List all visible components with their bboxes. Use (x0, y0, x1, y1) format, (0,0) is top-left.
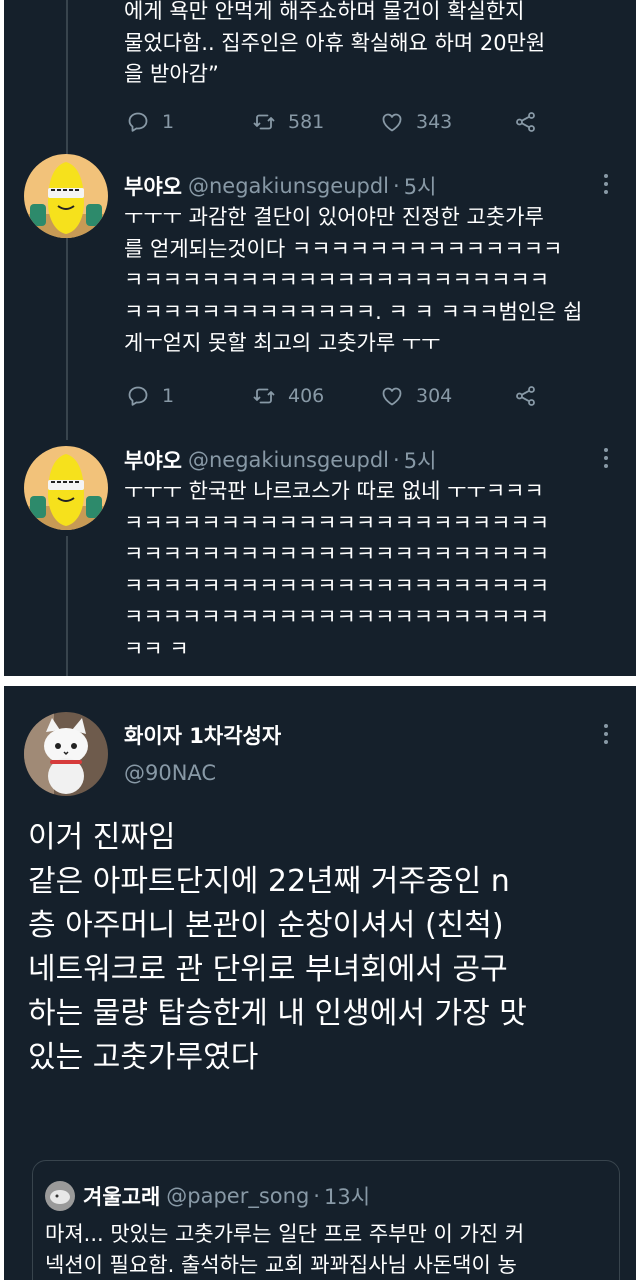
retweet-button[interactable]: 581 (252, 110, 380, 134)
timestamp[interactable]: 5시 (404, 445, 437, 475)
tweet-text: ㅜㅜㅜ 한국판 나르코스가 따로 없네 ㅜㅜㅋㅋㅋ ㅋㅋㅋㅋㅋㅋㅋㅋㅋㅋㅋㅋㅋㅋ… (124, 479, 550, 661)
user-handle-row: @90NAC (124, 758, 216, 788)
user-handle[interactable]: @negakiunsgeupdl (188, 174, 389, 198)
separator: · (393, 448, 400, 472)
reply-thread-panel: 에게 욕만 안먹게 해주쇼하며 물건이 확실한지 물었다함.. 집주인은 아휴 … (4, 0, 636, 676)
reply-count: 1 (162, 385, 175, 407)
reply-button[interactable]: 1 (126, 110, 252, 134)
separator: · (393, 174, 400, 198)
thread-line (66, 536, 68, 676)
white-cat-plush-avatar (24, 712, 108, 796)
main-tweet-panel: 화이자 1차각성자 @90NAC 이거 진짜임 같은 아파트단지에 22년째 거… (4, 686, 636, 1280)
reply-count: 1 (162, 111, 175, 133)
avatar[interactable] (24, 712, 108, 796)
like-button[interactable]: 343 (380, 110, 514, 134)
thread-line (66, 0, 68, 160)
reply-button[interactable]: 1 (126, 384, 252, 408)
tweet-text: 에게 욕만 안먹게 해주쇼하며 물건이 확실한지 물었다함.. 집주인은 아휴 … (124, 0, 546, 86)
share-button[interactable] (514, 384, 538, 408)
tweet-text: 이거 진짜임 같은 아파트단지에 22년째 거주중인 n 층 아주머니 본관이 … (28, 820, 527, 1075)
reply-icon (128, 112, 148, 132)
reply-icon (128, 386, 148, 406)
tweet-header: 부야오 @negakiunsgeupdl · 5시 (124, 171, 436, 201)
share-button[interactable] (514, 110, 538, 134)
retweet-button[interactable]: 406 (252, 384, 380, 408)
like-button[interactable]: 304 (380, 384, 514, 408)
tweet-text: ㅜㅜㅜ 과감한 결단이 있어야만 진정한 고춧가루 를 얻게되는것이다 ㅋㅋㅋㅋ… (124, 205, 583, 355)
timestamp[interactable]: 13시 (324, 1181, 370, 1211)
retweet-count: 581 (288, 111, 325, 133)
timestamp[interactable]: 5시 (404, 171, 437, 201)
quote-header: 겨울고래 @paper_song · 13시 (45, 1181, 370, 1211)
heart-icon (382, 387, 402, 406)
quoted-tweet[interactable]: 겨울고래 @paper_song · 13시 마져... 맛있는 고춧가루는 일… (32, 1160, 620, 1280)
user-handle[interactable]: @negakiunsgeupdl (188, 448, 389, 472)
heart-icon (382, 113, 402, 132)
share-icon (516, 112, 535, 132)
lemon-character-avatar (24, 154, 108, 238)
more-icon[interactable] (602, 448, 610, 474)
tweet-header: 부야오 @negakiunsgeupdl · 5시 (124, 445, 436, 475)
more-icon[interactable] (602, 174, 610, 200)
lemon-character-avatar (24, 446, 108, 530)
user-handle[interactable]: @90NAC (124, 761, 216, 785)
tweet-actions: 1 581 343 (126, 108, 546, 136)
like-count: 343 (416, 111, 453, 133)
like-count: 304 (416, 385, 453, 407)
user-handle[interactable]: @paper_song (166, 1184, 309, 1208)
retweet-icon (253, 114, 275, 130)
display-name[interactable]: 부야오 (124, 171, 182, 201)
tweet-actions: 1 406 304 (126, 382, 546, 410)
whale-drawing-avatar (45, 1181, 75, 1211)
quoted-tweet-text: 마져... 맛있는 고춧가루는 일단 프로 주부만 이 가진 커 넥션이 필요함… (45, 1222, 525, 1277)
avatar[interactable] (45, 1181, 75, 1211)
display-name[interactable]: 부야오 (124, 445, 182, 475)
more-icon[interactable] (602, 724, 610, 750)
thread-line (66, 236, 68, 440)
share-icon (516, 386, 535, 406)
display-name[interactable]: 겨울고래 (83, 1181, 160, 1211)
avatar[interactable] (24, 446, 108, 530)
avatar[interactable] (24, 154, 108, 238)
display-name[interactable]: 화이자 1차각성자 (124, 720, 281, 750)
retweet-count: 406 (288, 385, 325, 407)
retweet-icon (253, 388, 275, 404)
tweet-header: 화이자 1차각성자 (124, 720, 281, 750)
separator: · (313, 1184, 320, 1208)
